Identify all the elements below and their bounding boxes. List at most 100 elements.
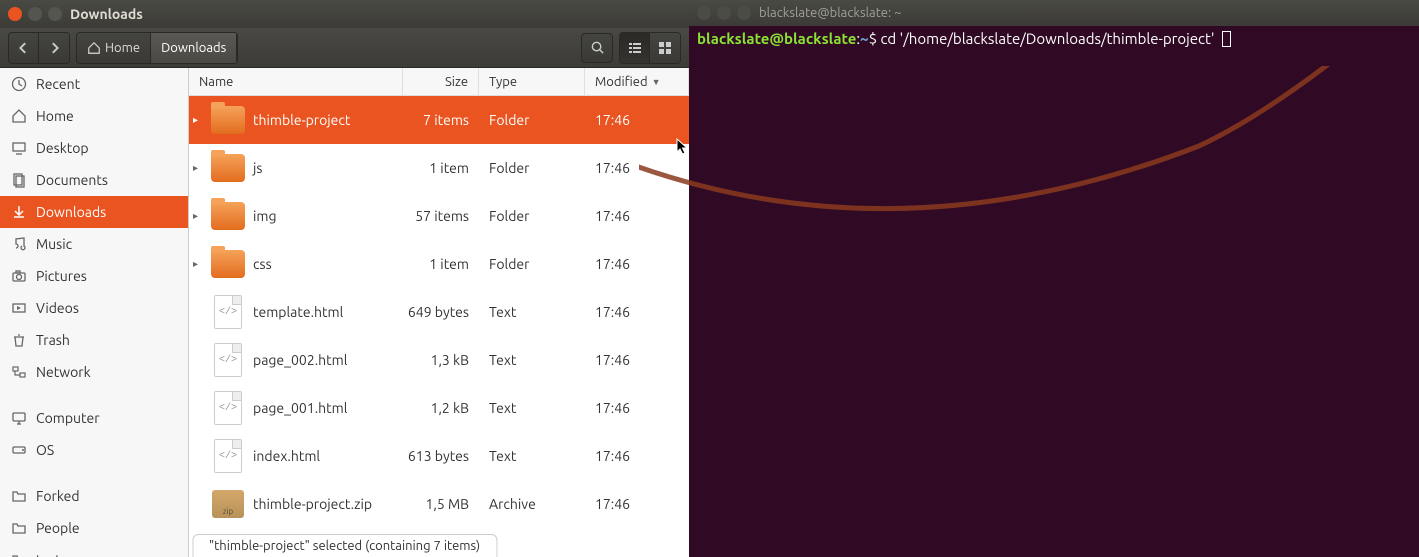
- terminal-window: blackslate@blackslate: ~ blackslate@blac…: [689, 0, 1419, 557]
- sidebar-item-music[interactable]: Music: [0, 228, 188, 260]
- file-type: Text: [479, 448, 585, 464]
- file-row[interactable]: ▸img 57 items Folder 17:46: [189, 192, 689, 240]
- terminal-content[interactable]: blackslate@blackslate:~$ cd '/home/black…: [689, 26, 1419, 557]
- sidebar-item-trash[interactable]: Trash: [0, 324, 188, 356]
- list-icon: [628, 41, 642, 55]
- search-icon: [590, 40, 605, 55]
- document-icon: </>: [214, 343, 242, 377]
- sidebar-item-os[interactable]: OS: [0, 434, 188, 466]
- column-header-modified[interactable]: Modified ▼: [585, 68, 689, 95]
- list-view-button[interactable]: [620, 33, 650, 63]
- file-row[interactable]: ▸css 1 item Folder 17:46: [189, 240, 689, 288]
- path-home[interactable]: Home: [77, 33, 151, 63]
- search-button[interactable]: [581, 33, 613, 63]
- file-modified: 17:46: [585, 496, 689, 512]
- file-row[interactable]: ▸js 1 item Folder 17:46: [189, 144, 689, 192]
- file-name: js: [253, 160, 262, 176]
- expand-icon[interactable]: ▸: [193, 114, 203, 126]
- file-modified: 17:46: [585, 160, 689, 176]
- sidebar-item-label: Music: [36, 236, 72, 252]
- terminal-cwd: ~: [860, 30, 868, 47]
- file-size: 1,3 kB: [403, 352, 479, 368]
- terminal-cursor-icon: [1222, 31, 1231, 47]
- document-icon: </>: [214, 295, 242, 329]
- folder-icon: [10, 519, 28, 537]
- minimize-button[interactable]: [28, 7, 42, 21]
- file-name: template.html: [253, 304, 343, 320]
- sidebar-item-computer[interactable]: Computer: [0, 402, 188, 434]
- expand-icon[interactable]: ▸: [193, 210, 203, 222]
- file-name: thimble-project: [253, 112, 350, 128]
- video-icon: [10, 299, 28, 317]
- sidebar-item-network[interactable]: Network: [0, 356, 188, 388]
- file-row[interactable]: </>page_002.html 1,3 kB Text 17:46: [189, 336, 689, 384]
- expand-icon[interactable]: ▸: [193, 162, 203, 174]
- column-header-name[interactable]: Name: [189, 68, 403, 95]
- file-row[interactable]: zipthimble-project.zip 1,5 MB Archive 17…: [189, 480, 689, 528]
- sidebar-item-recent[interactable]: Recent: [0, 68, 188, 100]
- file-rows[interactable]: ▸thimble-project 7 items Folder 17:46 ▸j…: [189, 96, 689, 557]
- maximize-button[interactable]: [737, 6, 751, 20]
- sidebar-item-label: OS: [36, 442, 54, 458]
- forward-button[interactable]: [39, 33, 69, 63]
- home-icon: [10, 107, 28, 125]
- file-size: 1,5 MB: [403, 496, 479, 512]
- path-home-label: Home: [105, 41, 140, 55]
- close-button[interactable]: [8, 7, 22, 21]
- file-name: thimble-project.zip: [253, 496, 372, 512]
- maximize-button[interactable]: [48, 7, 62, 21]
- terminal-title: blackslate@blackslate: ~: [759, 6, 901, 20]
- sidebar-item-tests[interactable]: tests: [0, 544, 188, 557]
- trash-icon: [10, 331, 28, 349]
- sidebar-item-desktop[interactable]: Desktop: [0, 132, 188, 164]
- file-modified: 17:46: [585, 304, 689, 320]
- sidebar-item-downloads[interactable]: Downloads: [0, 196, 188, 228]
- file-manager-window: Downloads Home Downloads: [0, 0, 689, 557]
- window-controls: [697, 6, 751, 20]
- column-header-type[interactable]: Type: [479, 68, 585, 95]
- desktop-icon: [10, 139, 28, 157]
- file-modified: 17:46: [585, 448, 689, 464]
- minimize-button[interactable]: [717, 6, 731, 20]
- file-type: Text: [479, 352, 585, 368]
- folder-icon: [211, 106, 245, 134]
- nav-buttons: [8, 32, 70, 64]
- sidebar-item-people[interactable]: People: [0, 512, 188, 544]
- file-type: Text: [479, 304, 585, 320]
- file-row[interactable]: ▸thimble-project 7 items Folder 17:46: [189, 96, 689, 144]
- sidebar-item-label: Pictures: [36, 268, 87, 284]
- sidebar-item-label: People: [36, 520, 80, 536]
- path-current[interactable]: Downloads: [151, 33, 237, 63]
- clock-icon: [10, 75, 28, 93]
- close-button[interactable]: [697, 6, 711, 20]
- file-type: Folder: [479, 112, 585, 128]
- sidebar-item-forked[interactable]: Forked: [0, 480, 188, 512]
- expand-icon[interactable]: ▸: [193, 258, 203, 270]
- file-modified: 17:46: [585, 208, 689, 224]
- file-row[interactable]: </>page_001.html 1,2 kB Text 17:46: [189, 384, 689, 432]
- sidebar-item-videos[interactable]: Videos: [0, 292, 188, 324]
- sidebar-item-label: Downloads: [36, 204, 106, 220]
- grid-view-button[interactable]: [650, 33, 680, 63]
- terminal-prompt-line: blackslate@blackslate:~$ cd '/home/black…: [697, 30, 1411, 47]
- sidebar-item-label: Videos: [36, 300, 79, 316]
- docs-icon: [10, 171, 28, 189]
- file-row[interactable]: </>index.html 613 bytes Text 17:46: [189, 432, 689, 480]
- document-icon: </>: [214, 439, 242, 473]
- file-modified: 17:46: [585, 400, 689, 416]
- folder-icon: [10, 551, 28, 557]
- sidebar-item-home[interactable]: Home: [0, 100, 188, 132]
- column-header-size[interactable]: Size: [403, 68, 479, 95]
- computer-icon: [10, 409, 28, 427]
- file-name: index.html: [253, 448, 320, 464]
- file-modified: 17:46: [585, 352, 689, 368]
- sidebar-item-label: Home: [36, 108, 74, 124]
- archive-icon: zip: [212, 490, 244, 518]
- sidebar-item-pictures[interactable]: Pictures: [0, 260, 188, 292]
- file-size: 1 item: [403, 256, 479, 272]
- folder-icon: [211, 202, 245, 230]
- file-row[interactable]: </>template.html 649 bytes Text 17:46: [189, 288, 689, 336]
- sidebar-item-documents[interactable]: Documents: [0, 164, 188, 196]
- back-button[interactable]: [9, 33, 39, 63]
- sidebar-item-label: Network: [36, 364, 91, 380]
